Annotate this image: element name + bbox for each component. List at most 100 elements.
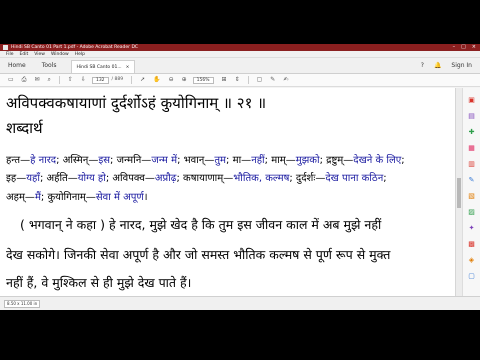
zoom-in-icon[interactable]: ⊕ bbox=[182, 77, 187, 83]
toolbar-divider bbox=[131, 76, 133, 84]
tool-panel-icon[interactable]: ▩ bbox=[467, 240, 476, 248]
tab-bar: Home Tools Hindi SB Canto 01... × ? 🔔 Si… bbox=[0, 58, 480, 74]
synonym-word: मा— bbox=[232, 155, 252, 166]
document-page[interactable]: अविपक्वकषायाणां दुर्दर्शोऽहं कुयोगिनाम् … bbox=[0, 88, 455, 296]
synonyms-line-1: हन्त—हे नारद; अस्मिन्—इस; जन्मनि—जन्म मे… bbox=[6, 152, 405, 166]
synonym-separator: ; bbox=[401, 155, 405, 166]
tool-panel-icon[interactable]: ▧ bbox=[467, 192, 476, 200]
app-icon bbox=[3, 45, 8, 50]
synonym-meaning: इस bbox=[98, 155, 111, 166]
fit-icon[interactable]: ⊞ bbox=[222, 77, 227, 83]
menu-window[interactable]: Window bbox=[51, 52, 69, 57]
menu-edit[interactable]: Edit bbox=[20, 52, 29, 57]
tool-panel-icon[interactable]: ▤ bbox=[467, 112, 476, 120]
document-tab-label: Hindi SB Canto 01... bbox=[76, 64, 122, 70]
synonym-word: कुयोगिनाम्— bbox=[47, 192, 96, 203]
mail-icon[interactable]: ✉ bbox=[34, 77, 39, 83]
sign-icon[interactable]: ✍ bbox=[283, 77, 288, 83]
menu-file[interactable]: File bbox=[6, 52, 14, 57]
window-title: Hindi SB Canto 01 Part 1.pdf - Adobe Acr… bbox=[11, 45, 139, 50]
select-icon[interactable]: ➚ bbox=[140, 77, 145, 83]
synonym-word: माम्— bbox=[271, 155, 296, 166]
synonym-meaning: नहीं bbox=[251, 155, 265, 166]
tools-side-panel: ▣ ▤ ✚ ▦ ▥ ✎ ▧ ▨ ✦ ▩ ◈ ▢ bbox=[462, 88, 480, 296]
synonym-word: कषायाणाम्— bbox=[183, 173, 234, 184]
page-up-icon[interactable]: ⇧ bbox=[68, 77, 73, 83]
synonym-meaning: सेवा में अपूर्ण bbox=[95, 192, 144, 203]
synonyms-heading: शब्दार्थ bbox=[6, 119, 43, 137]
synonym-word: अस्मिन्— bbox=[62, 155, 99, 166]
search-icon[interactable]: ⌕ bbox=[48, 77, 51, 83]
synonym-separator: ; bbox=[383, 173, 387, 184]
close-window-button[interactable]: × bbox=[472, 45, 476, 50]
close-tab-icon[interactable]: × bbox=[126, 65, 130, 70]
toolbar: ▭ ⎙ ✉ ⌕ ⇧ ⇩ 132 / 889 ➚ ✋ ⊖ ⊕ 156% ⊞ ⇕ ▢… bbox=[0, 74, 480, 87]
page-down-icon[interactable]: ⇩ bbox=[81, 77, 86, 83]
maximize-button[interactable]: □ bbox=[461, 45, 466, 50]
acrobat-window: Hindi SB Canto 01 Part 1.pdf - Adobe Acr… bbox=[0, 44, 480, 310]
page-size-readout: 8.50 x 11.00 in bbox=[4, 300, 41, 308]
menu-bar: File Edit View Window Help bbox=[0, 51, 480, 58]
draw-icon[interactable]: ✎ bbox=[270, 77, 275, 83]
synonym-separator: । bbox=[143, 192, 148, 203]
tab-home[interactable]: Home bbox=[0, 62, 34, 73]
tool-panel-icon[interactable]: ✎ bbox=[467, 176, 476, 184]
menu-help[interactable]: Help bbox=[75, 52, 85, 57]
scroll-icon[interactable]: ⇕ bbox=[235, 77, 240, 83]
tab-document[interactable]: Hindi SB Canto 01... × bbox=[70, 60, 136, 73]
synonym-word: हन्त— bbox=[6, 155, 31, 166]
synonym-word: इह— bbox=[6, 173, 27, 184]
synonym-meaning: भौतिक, कल्मष bbox=[233, 173, 290, 184]
verse-text: अविपक्वकषायाणां दुर्दर्शोऽहं कुयोगिनाम् … bbox=[6, 94, 267, 112]
synonym-meaning: यहाँ bbox=[26, 173, 40, 184]
synonym-meaning: देखने के लिए bbox=[353, 155, 402, 166]
vertical-scrollbar[interactable] bbox=[455, 88, 462, 296]
page-number-input[interactable]: 132 bbox=[91, 76, 109, 84]
page-total: / 889 bbox=[111, 77, 124, 82]
synonym-word: अविपक्व— bbox=[112, 173, 155, 184]
translation-line-3: नहीं हैं, वे मुश्किल से ही मुझे देख पाते… bbox=[6, 275, 192, 290]
synonym-meaning: योग्य हो bbox=[77, 173, 106, 184]
save-icon[interactable]: ▭ bbox=[8, 77, 14, 83]
menu-view[interactable]: View bbox=[34, 52, 45, 57]
synonym-meaning: जन्म में bbox=[151, 155, 178, 166]
minimize-button[interactable]: – bbox=[453, 45, 456, 50]
title-bar: Hindi SB Canto 01 Part 1.pdf - Adobe Acr… bbox=[0, 44, 480, 51]
tool-panel-icon[interactable]: ▦ bbox=[467, 144, 476, 152]
translation-line-1: ( भगवान् ने कहा ) हे नारद, मुझे खेद है क… bbox=[20, 217, 382, 232]
status-bar: 8.50 x 11.00 in bbox=[0, 296, 480, 310]
synonym-meaning: हे नारद bbox=[30, 155, 57, 166]
synonym-word: भवान्— bbox=[183, 155, 215, 166]
scrollbar-thumb[interactable] bbox=[457, 178, 461, 208]
toolbar-divider bbox=[58, 76, 60, 84]
tool-panel-icon[interactable]: ✦ bbox=[467, 224, 476, 232]
tool-panel-icon[interactable]: ◈ bbox=[467, 256, 476, 264]
tab-tools[interactable]: Tools bbox=[34, 62, 65, 73]
synonym-word: अहम्— bbox=[6, 192, 35, 203]
synonym-word: जन्मनि— bbox=[116, 155, 152, 166]
synonym-word: अर्हति— bbox=[46, 173, 78, 184]
hand-icon[interactable]: ✋ bbox=[153, 77, 160, 83]
toolbar-divider bbox=[247, 76, 249, 84]
tool-panel-icon[interactable]: ▥ bbox=[467, 160, 476, 168]
synonym-meaning: देख पाना कठिन bbox=[325, 173, 384, 184]
tool-panel-icon[interactable]: ✚ bbox=[467, 128, 476, 136]
bell-icon[interactable]: 🔔 bbox=[434, 62, 441, 69]
zoom-level-select[interactable]: 156% bbox=[192, 76, 214, 84]
synonyms-line-3: अहम्—मैं; कुयोगिनाम्—सेवा में अपूर्ण। bbox=[6, 189, 148, 203]
zoom-out-icon[interactable]: ⊖ bbox=[169, 77, 174, 83]
synonym-meaning: मुझको bbox=[295, 155, 320, 166]
print-icon[interactable]: ⎙ bbox=[22, 77, 27, 83]
synonym-word: दुर्दर्शः— bbox=[295, 173, 326, 184]
translation-line-2: देख सकोगे। जिनकी सेवा अपूर्ण है और जो सम… bbox=[6, 247, 391, 262]
tool-panel-icon[interactable]: ▣ bbox=[467, 96, 476, 104]
tool-panel-icon[interactable]: ▢ bbox=[467, 272, 476, 280]
help-icon[interactable]: ? bbox=[421, 62, 424, 69]
synonym-meaning: अप्रौढ़ bbox=[154, 173, 177, 184]
synonyms-line-2: इह—यहाँ; अर्हति—योग्य हो; अविपक्व—अप्रौढ… bbox=[6, 170, 387, 184]
synonym-word: द्रष्टुम्— bbox=[326, 155, 354, 166]
sign-in-button[interactable]: Sign In bbox=[451, 62, 472, 69]
tool-panel-icon[interactable]: ▨ bbox=[467, 208, 476, 216]
synonym-meaning: तुम bbox=[214, 155, 227, 166]
comment-icon[interactable]: ▢ bbox=[257, 77, 263, 83]
